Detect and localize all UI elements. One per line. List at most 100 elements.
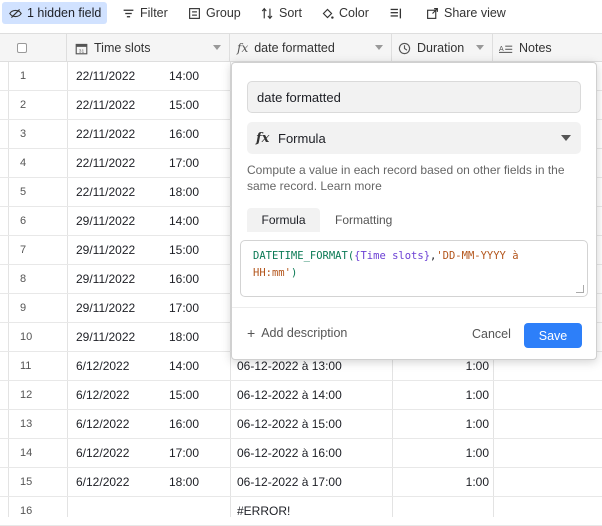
row-number: 14 — [20, 447, 33, 459]
hidden-fields-button[interactable]: 1 hidden field — [2, 2, 108, 24]
cell-time[interactable]: 18:00 — [169, 323, 199, 351]
cell-date[interactable]: 6/12/2022 — [76, 468, 129, 496]
field-config-popup: date formatted fx Formula Compute a valu… — [231, 62, 597, 360]
hidden-fields-label: 1 hidden field — [27, 6, 102, 20]
cell-time[interactable]: 17:00 — [169, 149, 199, 177]
table-row[interactable]: 15 6/12/2022 18:00 06-12-2022 à 17:00 1:00 — [0, 468, 602, 497]
cell-date[interactable]: 22/11/2022 — [76, 149, 135, 177]
cell-duration[interactable]: 1:00 — [392, 381, 489, 409]
row-number: 9 — [20, 302, 27, 314]
cell-date[interactable]: 22/11/2022 — [76, 62, 135, 90]
color-button[interactable]: Color — [320, 2, 369, 24]
cell-date[interactable]: 29/11/2022 — [76, 265, 135, 293]
column-label-time-slots: Time slots — [94, 41, 151, 55]
cell-date[interactable]: 29/11/2022 — [76, 236, 135, 264]
svg-text:A: A — [499, 45, 504, 52]
share-external-icon — [425, 6, 439, 20]
chevron-down-icon[interactable] — [375, 45, 383, 50]
row-number: 15 — [20, 476, 33, 488]
save-button[interactable]: Save — [524, 323, 582, 348]
cell-time[interactable]: 16:00 — [169, 410, 199, 438]
column-header-date-formatted[interactable]: fx date formatted — [230, 34, 392, 62]
cell-date[interactable]: 6/12/2022 — [76, 381, 129, 409]
add-description-button[interactable]: + Add description — [247, 325, 347, 341]
group-icon — [187, 6, 201, 20]
cell-date[interactable]: 29/11/2022 — [76, 323, 135, 351]
formula-editor[interactable]: DATETIME_FORMAT({Time slots},'DD-MM-YYYY… — [240, 240, 588, 297]
cell-time[interactable]: 15:00 — [169, 236, 199, 264]
row-number: 1 — [20, 70, 27, 82]
table-row[interactable]: 14 6/12/2022 17:00 06-12-2022 à 16:00 1:00 — [0, 439, 602, 468]
cell-time[interactable]: 14:00 — [169, 62, 199, 90]
cell-time[interactable]: 18:00 — [169, 468, 199, 496]
cell-date[interactable]: 6/12/2022 — [76, 439, 129, 467]
cell-time[interactable]: 15:00 — [169, 381, 199, 409]
filter-button[interactable]: Filter — [121, 2, 168, 24]
group-button[interactable]: Group — [187, 2, 241, 24]
column-header-duration[interactable]: Duration — [392, 34, 493, 62]
table-row[interactable]: 16 #ERROR! — [0, 497, 602, 526]
cell-date[interactable]: 29/11/2022 — [76, 294, 135, 322]
chevron-down-icon[interactable] — [213, 45, 221, 50]
cell-time[interactable]: 17:00 — [169, 294, 199, 322]
formula-field-ref: {Time slots} — [354, 250, 431, 262]
row-height-button[interactable] — [388, 2, 402, 24]
cell-date[interactable]: 22/11/2022 — [76, 178, 135, 206]
cell-date-formatted[interactable]: 06-12-2022 à 16:00 — [237, 439, 342, 467]
formula-close-paren: ) — [290, 267, 298, 279]
cell-date-formatted[interactable]: #ERROR! — [237, 497, 290, 525]
select-all-header[interactable] — [0, 34, 67, 62]
row-number: 16 — [20, 505, 33, 517]
cell-time[interactable]: 16:00 — [169, 120, 199, 148]
sort-button[interactable]: Sort — [260, 2, 302, 24]
cell-time[interactable]: 17:00 — [169, 439, 199, 467]
row-number: 11 — [20, 360, 32, 372]
cell-duration[interactable]: 1:00 — [392, 410, 489, 438]
cell-duration[interactable]: 1:00 — [392, 468, 489, 496]
cell-date[interactable]: 29/11/2022 — [76, 207, 135, 235]
cell-duration[interactable]: 1:00 — [392, 439, 489, 467]
row-number: 2 — [20, 99, 27, 111]
select-all-checkbox[interactable] — [17, 43, 27, 53]
cell-date[interactable]: 22/11/2022 — [76, 91, 135, 119]
color-label: Color — [339, 6, 369, 20]
table-row[interactable]: 13 6/12/2022 16:00 06-12-2022 à 15:00 1:00 — [0, 410, 602, 439]
cell-time[interactable]: 14:00 — [169, 207, 199, 235]
description-text: Compute a value in each record based on … — [247, 163, 565, 193]
learn-more-link[interactable]: Learn more — [320, 179, 381, 193]
field-type-select[interactable]: fx Formula — [247, 122, 581, 154]
tab-formatting[interactable]: Formatting — [335, 208, 392, 232]
chevron-down-icon[interactable] — [476, 45, 484, 50]
cell-date-formatted[interactable]: 06-12-2022 à 17:00 — [237, 468, 342, 496]
cell-time[interactable]: 18:00 — [169, 178, 199, 206]
row-number: 8 — [20, 273, 27, 285]
cell-date[interactable]: 6/12/2022 — [76, 352, 129, 380]
field-name-input[interactable]: date formatted — [247, 81, 581, 113]
formula-fx-icon: fx — [237, 41, 249, 55]
row-height-icon — [388, 6, 402, 20]
column-header-time-slots[interactable]: 31 Time slots — [67, 34, 230, 62]
cancel-button[interactable]: Cancel — [472, 327, 511, 341]
column-header-notes[interactable]: A Notes — [493, 34, 602, 62]
field-type-description: Compute a value in each record based on … — [247, 162, 577, 194]
chevron-down-icon — [561, 135, 571, 141]
cell-date-formatted[interactable]: 06-12-2022 à 15:00 — [237, 410, 342, 438]
cell-time[interactable]: 16:00 — [169, 265, 199, 293]
filter-label: Filter — [140, 6, 168, 20]
cell-time[interactable]: 14:00 — [169, 352, 199, 380]
column-label-date-formatted: date formatted — [254, 41, 335, 55]
resize-handle-icon[interactable] — [576, 285, 584, 293]
cell-date[interactable]: 22/11/2022 — [76, 120, 135, 148]
cell-date[interactable]: 6/12/2022 — [76, 410, 129, 438]
row-number: 3 — [20, 128, 27, 140]
share-view-button[interactable]: Share view — [425, 2, 506, 24]
cell-duration[interactable] — [392, 497, 489, 525]
cell-date-formatted[interactable]: 06-12-2022 à 14:00 — [237, 381, 342, 409]
long-text-icon: A — [499, 42, 513, 55]
paint-bucket-icon — [320, 6, 334, 20]
tab-formula[interactable]: Formula — [247, 208, 320, 232]
group-label: Group — [206, 6, 241, 20]
cell-time[interactable]: 15:00 — [169, 91, 199, 119]
plus-icon: + — [247, 325, 256, 341]
table-row[interactable]: 12 6/12/2022 15:00 06-12-2022 à 14:00 1:00 — [0, 381, 602, 410]
